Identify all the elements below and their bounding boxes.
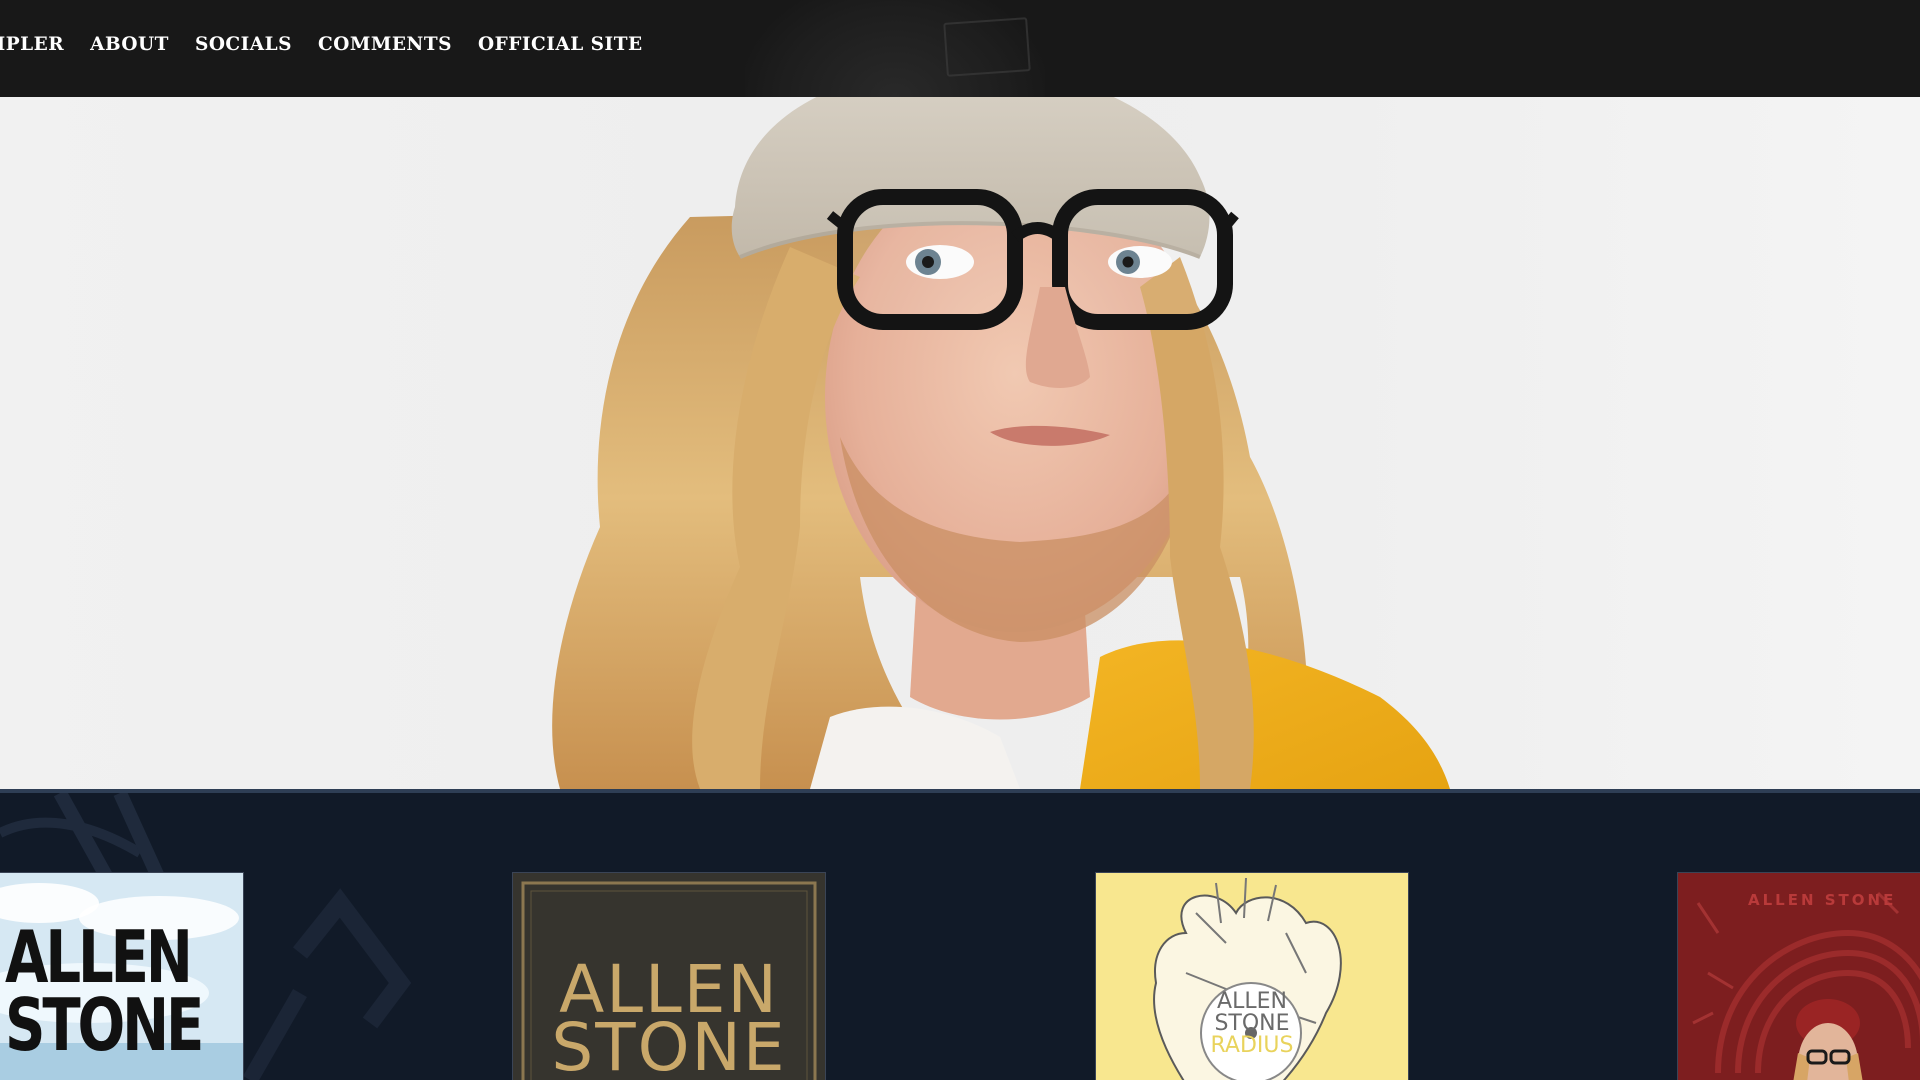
nav-item-socials[interactable]: SOCIALS	[195, 34, 292, 55]
album-1-title: ALLEN STONE	[5, 915, 204, 1067]
hero-photo	[0, 97, 1920, 789]
album-2-title: ALLEN STONE	[551, 951, 787, 1080]
top-navigation-bar: SAMPLER ABOUT SOCIALS COMMENTS OFFICIAL …	[0, 0, 1920, 97]
hero-portrait-illustration	[552, 97, 1450, 789]
nav-item-sampler[interactable]: SAMPLER	[0, 34, 64, 55]
album-section: ALLEN STONE ALLEN STONE ALLEN STONE RADI…	[0, 793, 1920, 1080]
nav-item-official-site[interactable]: OFFICIAL SITE	[478, 34, 643, 55]
album-cover-building-balance[interactable]: ALLEN STONE	[1677, 872, 1920, 1080]
yellow-sweater	[1080, 640, 1450, 789]
album-3-title: ALLEN STONE RADIUS	[1210, 989, 1294, 1058]
nav-item-comments[interactable]: COMMENTS	[318, 34, 452, 55]
main-nav: SAMPLER ABOUT SOCIALS COMMENTS OFFICIAL …	[0, 34, 669, 55]
album-4-title: ALLEN STONE	[1748, 891, 1897, 909]
album-cover-radius[interactable]: ALLEN STONE RADIUS	[1095, 872, 1409, 1080]
album-cover-self-titled-2[interactable]: ALLEN STONE	[512, 872, 826, 1080]
beanie-tag-graphic	[943, 17, 1031, 77]
background-sketch-graphic	[0, 793, 412, 1080]
nav-item-about[interactable]: ABOUT	[90, 34, 169, 55]
album-cover-self-titled-1[interactable]: ALLEN STONE	[0, 872, 244, 1080]
